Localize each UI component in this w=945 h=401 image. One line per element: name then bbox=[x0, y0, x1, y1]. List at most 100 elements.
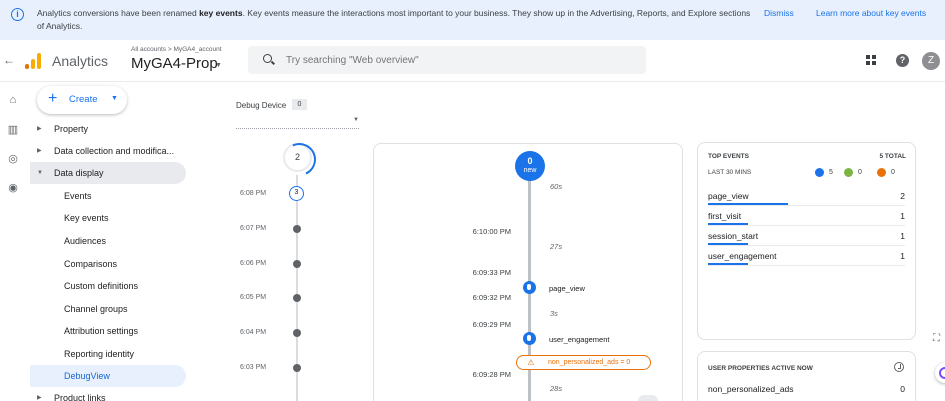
nav-data-collection[interactable]: ▶ Data collection and modifica... bbox=[30, 140, 186, 162]
assistant-icon[interactable] bbox=[935, 363, 945, 383]
new-label: new bbox=[523, 167, 537, 174]
warning-event-pill[interactable]: ⚠ non_personalized_ads = 0 bbox=[516, 355, 651, 370]
reports-icon[interactable]: ▥ bbox=[7, 124, 19, 136]
chevron-right-icon: ▶ bbox=[37, 395, 42, 401]
minute-label: 6:08 PM bbox=[240, 190, 267, 197]
property-selector[interactable]: MyGA4-Prop bbox=[131, 55, 218, 72]
chevron-right-icon: ▶ bbox=[37, 126, 42, 132]
scroll-button[interactable] bbox=[638, 395, 658, 401]
user-properties-title: USER PROPERTIES ACTIVE NOW bbox=[708, 365, 813, 372]
event-count: 1 bbox=[900, 251, 905, 261]
event-name: first_visit bbox=[708, 211, 742, 221]
minute-dot[interactable] bbox=[293, 364, 301, 372]
touch-event-icon[interactable] bbox=[523, 281, 536, 294]
back-arrow-icon[interactable]: ← bbox=[3, 53, 15, 67]
event-count: 5 bbox=[829, 169, 833, 176]
nav-data-display[interactable]: ▼ Data display bbox=[30, 162, 186, 184]
event-label[interactable]: user_engagement bbox=[549, 335, 609, 344]
dismiss-button[interactable]: Dismiss bbox=[764, 8, 794, 18]
minutes-top-count[interactable]: 2 bbox=[283, 143, 312, 172]
new-events-indicator[interactable]: 0 new bbox=[515, 151, 545, 181]
nav-label: Comparisons bbox=[64, 259, 118, 269]
nav-debugview[interactable]: DebugView bbox=[30, 365, 186, 387]
nav-label: DebugView bbox=[64, 371, 110, 381]
user-property-name[interactable]: non_personalized_ads bbox=[708, 384, 794, 394]
event-count: 1 bbox=[900, 231, 905, 241]
timestamp: 6:09:29 PM bbox=[472, 320, 511, 329]
top-events-total: 5 TOTAL bbox=[879, 153, 906, 160]
nav-reporting-identity[interactable]: Reporting identity bbox=[30, 343, 186, 365]
create-label: Create bbox=[69, 94, 98, 105]
new-count: 0 bbox=[527, 156, 533, 166]
search-icon bbox=[263, 54, 272, 63]
touch-event-icon[interactable] bbox=[523, 332, 536, 345]
nav-label: Reporting identity bbox=[64, 349, 135, 359]
nav-custom-definitions[interactable]: Custom definitions bbox=[30, 275, 186, 297]
key-event-count: 0 bbox=[858, 169, 862, 176]
chevron-down-icon: ▼ bbox=[353, 117, 359, 123]
help-icon[interactable]: ? bbox=[896, 54, 909, 67]
user-property-value: 0 bbox=[900, 384, 905, 394]
chevron-down-icon[interactable]: ▼ bbox=[215, 62, 222, 69]
banner-message: Analytics conversions have been renamed … bbox=[37, 7, 757, 33]
minute-label: 6:07 PM bbox=[240, 225, 267, 232]
event-count: 1 bbox=[900, 211, 905, 221]
minute-label: 6:05 PM bbox=[240, 294, 267, 301]
nav-comparisons[interactable]: Comparisons bbox=[30, 253, 186, 275]
minute-label: 6:06 PM bbox=[240, 260, 267, 267]
debug-device-select[interactable]: ▼ bbox=[236, 117, 359, 129]
event-count-icon bbox=[815, 168, 824, 177]
home-icon[interactable]: ⌂ bbox=[7, 94, 19, 106]
seconds-gap: 60s bbox=[550, 182, 563, 191]
timestamp: 6:09:32 PM bbox=[472, 293, 511, 302]
nav-key-events[interactable]: Key events bbox=[30, 207, 186, 229]
learn-more-link[interactable]: Learn more about key events bbox=[816, 8, 926, 18]
nav-product-links[interactable]: ▶ Product links bbox=[30, 387, 186, 401]
apps-grid-icon[interactable] bbox=[866, 55, 876, 65]
debug-device-count: 0 bbox=[292, 99, 307, 110]
minute-dot[interactable] bbox=[293, 260, 301, 268]
minute-dot[interactable] bbox=[293, 225, 301, 233]
top-event-row[interactable]: page_view 2 bbox=[708, 186, 905, 206]
nav-label: Channel groups bbox=[64, 304, 128, 314]
nav-attribution-settings[interactable]: Attribution settings bbox=[30, 320, 186, 342]
chevron-down-icon: ▼ bbox=[37, 170, 43, 176]
top-event-row[interactable]: first_visit 1 bbox=[708, 206, 905, 226]
event-name: session_start bbox=[708, 231, 759, 241]
event-name: user_engagement bbox=[708, 251, 777, 261]
warning-icon: ⚠ bbox=[527, 358, 535, 367]
avatar[interactable]: Z bbox=[922, 52, 940, 70]
nav-audiences[interactable]: Audiences bbox=[30, 230, 186, 252]
event-label[interactable]: page_view bbox=[549, 284, 585, 293]
top-header: ← Analytics All accounts > MyGA4_account… bbox=[0, 40, 945, 82]
event-share-bar bbox=[708, 203, 788, 205]
key-events-banner: i Analytics conversions have been rename… bbox=[0, 0, 945, 40]
nav-label: Data display bbox=[54, 168, 104, 178]
history-icon[interactable] bbox=[894, 362, 904, 372]
nav-channel-groups[interactable]: Channel groups bbox=[30, 298, 186, 320]
seconds-gap: 28s bbox=[550, 384, 563, 393]
minute-dot[interactable] bbox=[293, 294, 301, 302]
top-event-row[interactable]: user_engagement 1 bbox=[708, 246, 905, 266]
top-event-row[interactable]: session_start 1 bbox=[708, 226, 905, 246]
account-breadcrumb[interactable]: All accounts > MyGA4_account bbox=[131, 46, 222, 53]
nav-events[interactable]: Events bbox=[30, 185, 186, 207]
create-button[interactable]: + Create ▼ bbox=[37, 86, 127, 114]
nav-property[interactable]: ▶ Property bbox=[30, 118, 186, 140]
timestamp: 6:09:33 PM bbox=[472, 268, 511, 277]
event-share-bar bbox=[708, 263, 748, 265]
product-name: Analytics bbox=[52, 53, 109, 69]
advertising-icon[interactable]: ◉ bbox=[7, 182, 19, 194]
nav-label: Attribution settings bbox=[64, 326, 139, 336]
nav-label: Events bbox=[64, 191, 92, 201]
expand-icon[interactable]: ⛶ bbox=[933, 333, 945, 345]
search-bar[interactable] bbox=[248, 46, 646, 74]
warning-event-label: non_personalized_ads = 0 bbox=[548, 359, 631, 366]
search-input[interactable] bbox=[286, 52, 626, 68]
explore-icon[interactable]: ◎ bbox=[7, 153, 19, 165]
minute-dot[interactable] bbox=[293, 329, 301, 337]
chevron-right-icon: ▶ bbox=[37, 148, 42, 154]
seconds-gap: 3s bbox=[550, 309, 558, 318]
minute-event-bubble[interactable]: 3 bbox=[289, 186, 304, 201]
event-name: page_view bbox=[708, 191, 749, 201]
